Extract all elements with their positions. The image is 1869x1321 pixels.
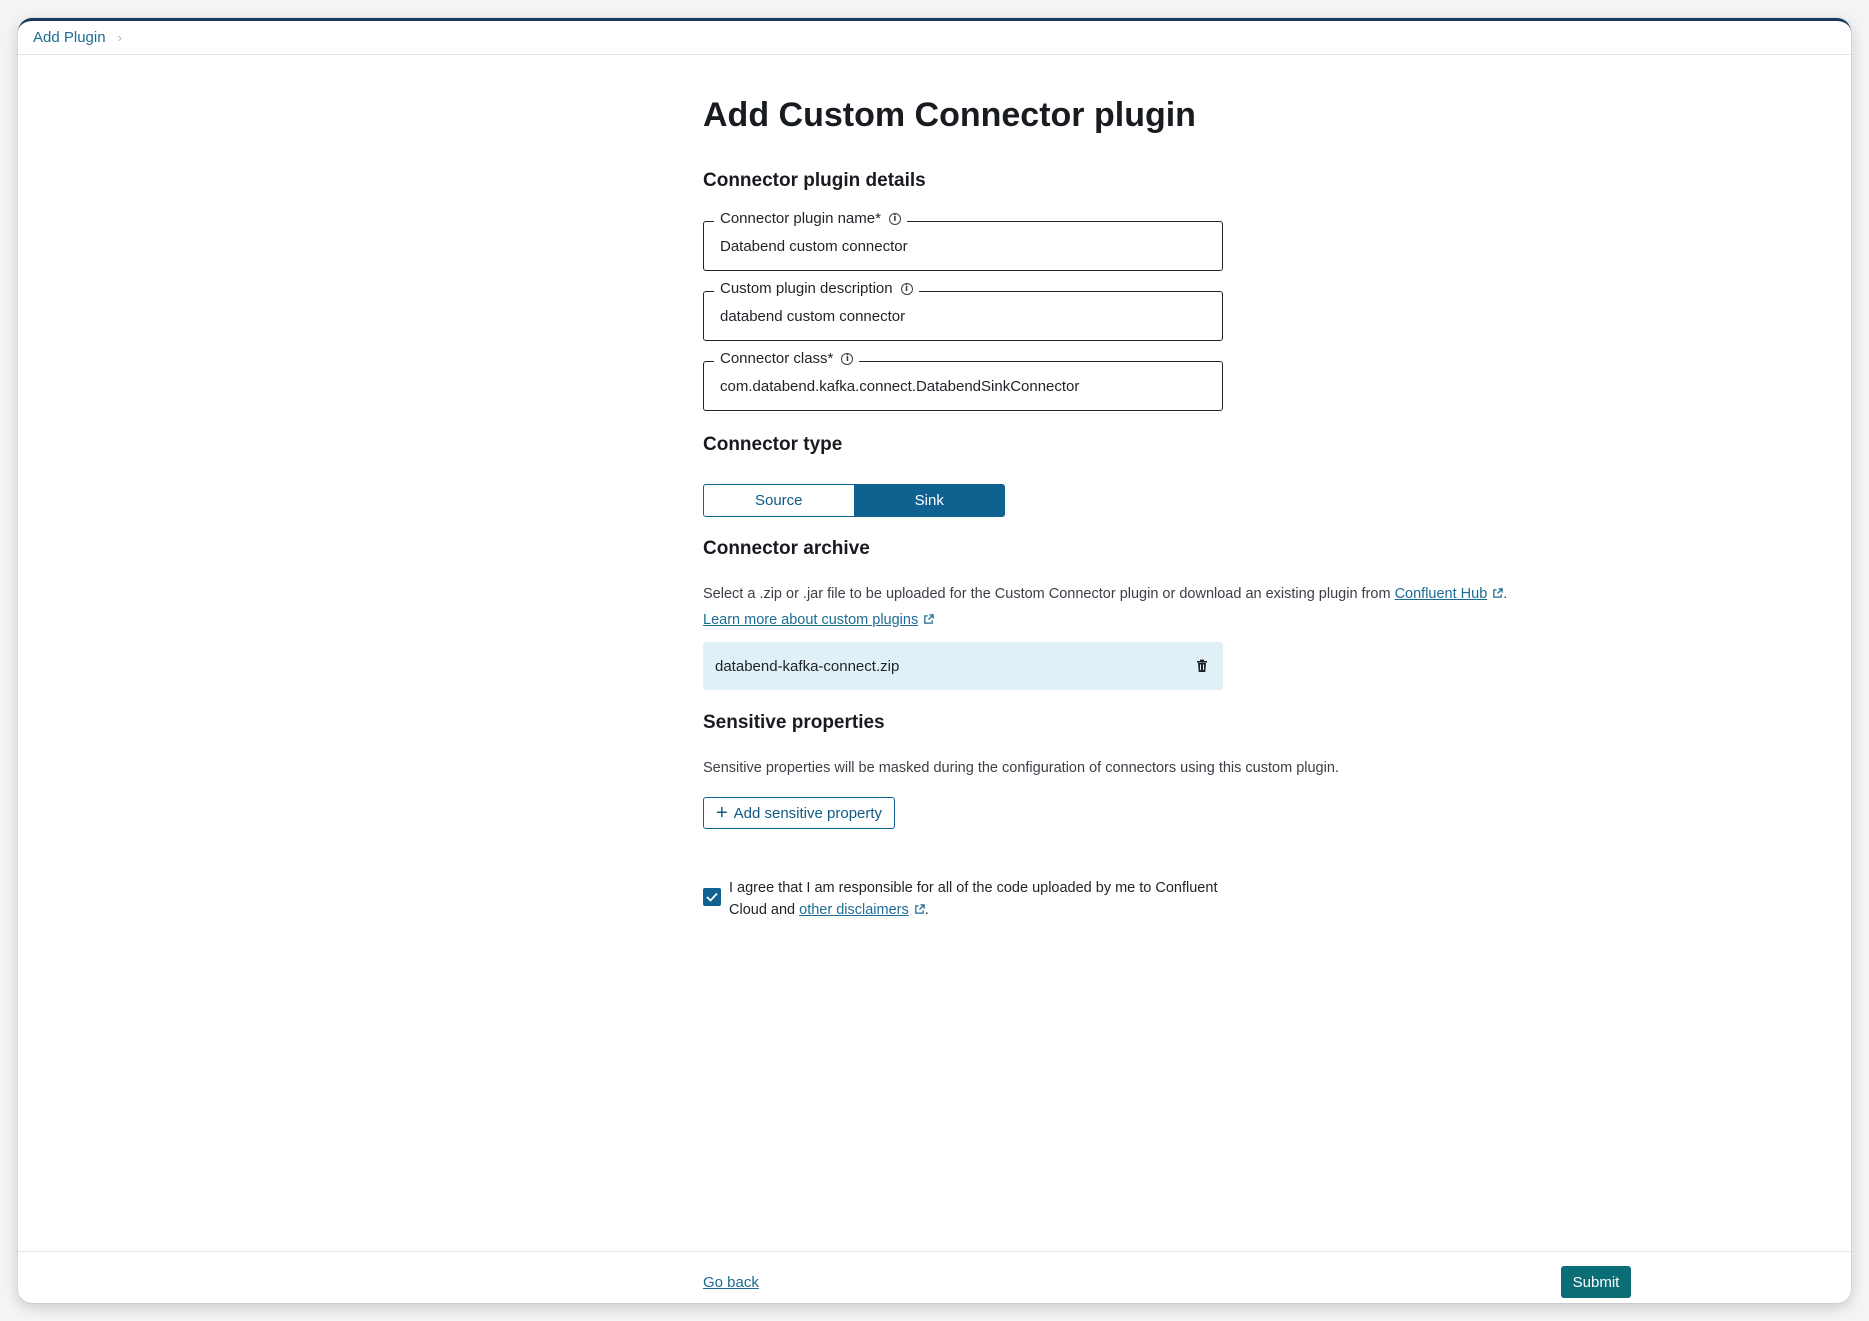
section-heading-details: Connector plugin details	[703, 170, 926, 191]
agreement-text: I agree that I am responsible for all of…	[729, 877, 1243, 921]
learn-more-row: Learn more about custom plugins	[703, 612, 934, 628]
confluent-hub-link[interactable]: Confluent Hub	[1395, 586, 1488, 602]
plus-icon: +	[715, 802, 728, 824]
plugin-description-label: Custom plugin description	[720, 280, 893, 297]
archive-help-prefix: Select a .zip or .jar file to be uploade…	[703, 586, 1395, 602]
go-back-link[interactable]: Go back	[703, 1274, 759, 1291]
agreement-text-suffix: .	[924, 902, 929, 918]
agreement-checkbox[interactable]	[703, 888, 721, 906]
sensitive-help-text: Sensitive properties will be masked duri…	[703, 760, 1339, 776]
connector-class-input[interactable]	[720, 378, 1210, 395]
external-link-icon	[914, 904, 925, 914]
external-link-icon	[1493, 588, 1503, 598]
file-name: databend-kafka-connect.zip	[715, 657, 900, 675]
submit-button[interactable]: Submit	[1561, 1266, 1631, 1298]
connector-class-field[interactable]: Connector class* i	[703, 350, 1223, 411]
section-heading-sensitive: Sensitive properties	[703, 712, 885, 733]
breadcrumb: Add Plugin ›	[18, 21, 1851, 55]
info-icon[interactable]: i	[841, 352, 854, 365]
learn-more-link[interactable]: Learn more about custom plugins	[703, 612, 918, 628]
agreement: I agree that I am responsible for all of…	[703, 877, 1243, 921]
trash-icon[interactable]	[1195, 659, 1209, 673]
add-sensitive-property-button[interactable]: + Add sensitive property	[703, 797, 895, 829]
field-label: Connector class* i	[714, 350, 860, 367]
plugin-name-label: Connector plugin name*	[720, 210, 881, 227]
section-heading-archive: Connector archive	[703, 538, 870, 559]
checkmark-icon	[706, 892, 718, 902]
info-icon[interactable]: i	[900, 282, 913, 295]
page-title: Add Custom Connector plugin	[703, 96, 1196, 134]
plugin-description-field[interactable]: Custom plugin description i	[703, 280, 1223, 341]
connector-class-label: Connector class*	[720, 350, 834, 367]
info-icon[interactable]: i	[888, 212, 901, 225]
plugin-name-input[interactable]	[720, 238, 1210, 255]
archive-help-text: Select a .zip or .jar file to be uploade…	[703, 586, 1507, 602]
connector-type-toggle: Source Sink	[703, 484, 1005, 517]
field-label: Connector plugin name* i	[714, 210, 907, 227]
connector-type-source-button[interactable]: Source	[703, 484, 855, 517]
external-link-icon	[924, 614, 934, 624]
footer: Go back Submit	[18, 1251, 1851, 1303]
app-window: Add Plugin › Add Custom Connector plugin…	[18, 18, 1851, 1303]
uploaded-file: databend-kafka-connect.zip	[703, 642, 1223, 690]
connector-type-sink-button[interactable]: Sink	[854, 484, 1005, 517]
plugin-description-input[interactable]	[720, 308, 1210, 325]
chevron-right-icon: ›	[117, 30, 122, 45]
other-disclaimers-link[interactable]: other disclaimers	[799, 902, 909, 918]
breadcrumb-item-add-plugin[interactable]: Add Plugin	[33, 29, 106, 46]
add-sensitive-property-label: Add sensitive property	[733, 804, 883, 822]
plugin-name-field[interactable]: Connector plugin name* i	[703, 210, 1223, 271]
section-heading-connector-type: Connector type	[703, 434, 843, 455]
field-label: Custom plugin description i	[714, 280, 919, 297]
archive-help-suffix: .	[1503, 586, 1508, 602]
